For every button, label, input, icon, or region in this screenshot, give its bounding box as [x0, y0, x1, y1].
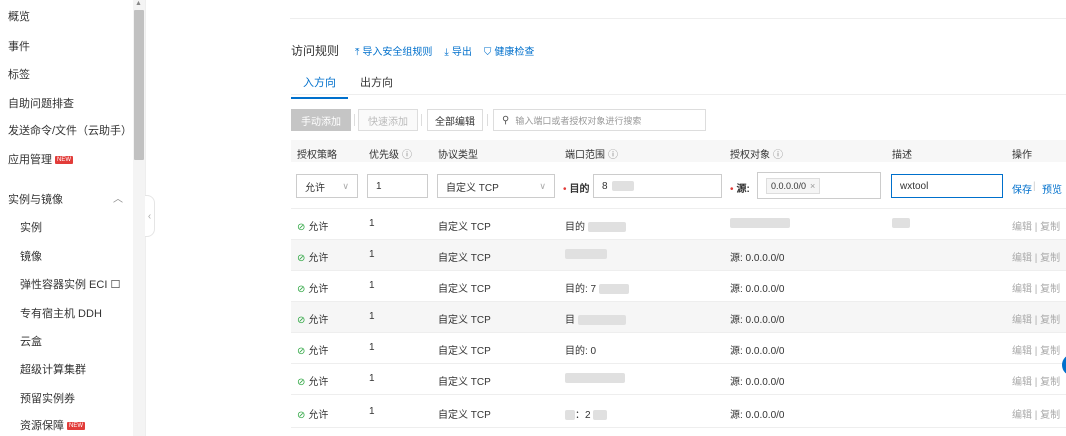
sidebar-item-eci[interactable]: 弹性容器实例 ECI ☐ [20, 276, 120, 292]
sidebar-item-scc[interactable]: 超级计算集群 [20, 361, 86, 377]
chevron-up-icon[interactable]: ︿ [113, 190, 123, 205]
table-row: ⊘ 允许 1 自定义 TCP 目的: 0 源: 0.0.0.0/0 编辑 | 复制 [291, 333, 1066, 364]
copy-link[interactable]: 复制 [1040, 315, 1060, 326]
save-link[interactable]: 保存 [1012, 181, 1032, 196]
port-input[interactable]: 8 [593, 174, 722, 198]
source-label: • 源: [730, 184, 750, 195]
sidebar-item-cloud-box[interactable]: 云盒 [20, 333, 42, 349]
column-header-description: 描述 [892, 150, 912, 161]
protocol-select[interactable]: 自定义 TCP ∨ [437, 174, 555, 198]
sidebar-group-instances-images[interactable]: 实例与镜像 [8, 191, 63, 207]
source-input[interactable]: 0.0.0.0/0 × [757, 172, 881, 199]
scroll-up-icon[interactable]: ▲ [135, 0, 142, 7]
copy-link[interactable]: 复制 [1040, 377, 1060, 388]
sidebar-item-resource-assurance[interactable]: 资源保障 NEW [20, 417, 85, 433]
export-link[interactable]: ⤓ 导出 [444, 43, 471, 58]
help-icon[interactable]: ⓘ [773, 150, 783, 161]
sidebar-item-images[interactable]: 镜像 [20, 248, 42, 264]
column-header-policy: 授权策略 [297, 150, 337, 161]
search-input[interactable]: ⚲ 输入端口或者授权对象进行搜索 [493, 109, 706, 131]
preview-link[interactable]: 预览 [1042, 181, 1062, 196]
table-row: ⊘ 允许 1 自定义 TCP 目的 编辑 | 复制 [291, 209, 1066, 240]
chevron-left-icon: ‹ [147, 210, 152, 222]
sidebar-item-troubleshoot[interactable]: 自助问题排查 [8, 95, 74, 111]
copy-link[interactable]: 复制 [1040, 346, 1060, 357]
sidebar: 概览 事件 标签 自助问题排查 发送命令/文件（云助手） 应用管理 NEW 实例与… [0, 0, 146, 436]
policy-select[interactable]: 允许 ∨ [296, 174, 358, 198]
column-header-priority: 优先级 ⓘ [369, 150, 412, 161]
priority-input[interactable]: 1 [367, 174, 428, 198]
table-row: ⊘ 允许 1 自定义 TCP ：2 源: 0.0.0.0/0 编辑 | 复制 [291, 397, 1066, 428]
column-header-protocol: 协议类型 [438, 150, 478, 161]
edit-link[interactable]: 编辑 [1012, 377, 1032, 388]
port-label: • 目的 [563, 184, 590, 195]
table-row: ⊘ 允许 1 自定义 TCP 目的: 7 源: 0.0.0.0/0 编辑 | 复制 [291, 271, 1066, 302]
sidebar-item-ddh[interactable]: 专有宿主机 DDH [20, 305, 102, 321]
direction-tabs: 入方向 出方向 [291, 74, 405, 99]
sidebar-item-app-management[interactable]: 应用管理 NEW [8, 151, 73, 167]
upload-icon: ⤒ [355, 47, 360, 58]
table-row: ⊘ 允许 1 自定义 TCP 目 源: 0.0.0.0/0 编辑 | 复制 [291, 302, 1066, 333]
column-header-port: 端口范围 ⓘ [565, 150, 618, 161]
separator [354, 114, 355, 126]
section-links: ⤒ 导入安全组规则 ⤓ 导出 ⛉ 健康检查 [355, 43, 534, 58]
sidebar-item-reserved[interactable]: 预留实例券 [20, 390, 75, 406]
health-check-link[interactable]: ⛉ 健康检查 [484, 43, 535, 58]
tab-outbound[interactable]: 出方向 [348, 74, 405, 99]
copy-link[interactable]: 复制 [1040, 284, 1060, 295]
sidebar-collapse-handle[interactable]: ‹ [145, 195, 155, 237]
check-circle-icon: ⊘ [297, 253, 306, 264]
search-icon: ⚲ [502, 114, 510, 126]
copy-link[interactable]: 复制 [1040, 410, 1060, 421]
sidebar-scrollbar-thumb[interactable] [134, 10, 144, 160]
separator [487, 114, 488, 126]
check-circle-icon: ⊘ [297, 222, 306, 233]
tab-inbound[interactable]: 入方向 [291, 74, 348, 99]
quick-add-button[interactable]: 快速添加 [358, 109, 418, 131]
sidebar-item-events[interactable]: 事件 [8, 38, 30, 54]
table-row: ⊘ 允许 1 自定义 TCP 源: 0.0.0.0/0 编辑 | 复制 [291, 240, 1066, 271]
divider [290, 18, 1066, 19]
divider [291, 94, 1066, 95]
separator [421, 114, 422, 126]
download-icon: ⤓ [444, 47, 449, 58]
new-badge: NEW [55, 156, 73, 165]
edit-link[interactable]: 编辑 [1012, 410, 1032, 421]
edit-link[interactable]: 编辑 [1012, 284, 1032, 295]
edit-link[interactable]: 编辑 [1012, 222, 1032, 233]
import-rules-link[interactable]: ⤒ 导入安全组规则 [355, 43, 432, 58]
copy-link[interactable]: 复制 [1040, 253, 1060, 264]
sidebar-item-overview[interactable]: 概览 [8, 8, 30, 24]
edit-all-button[interactable]: 全部编辑 [427, 109, 483, 131]
new-badge: NEW [67, 422, 85, 431]
description-input[interactable]: wxtool [891, 174, 1003, 198]
chevron-down-icon: ∨ [342, 180, 349, 191]
edit-link[interactable]: 编辑 [1012, 253, 1032, 264]
column-header-actions: 操作 [1012, 150, 1032, 161]
sidebar-item-tags[interactable]: 标签 [8, 66, 30, 82]
table-row: ⊘ 允许 1 自定义 TCP 源: 0.0.0.0/0 编辑 | 复制 [291, 364, 1066, 395]
edit-link[interactable]: 编辑 [1012, 346, 1032, 357]
close-icon[interactable]: × [810, 181, 815, 191]
sidebar-item-instances[interactable]: 实例 [20, 219, 42, 235]
check-circle-icon: ⊘ [297, 315, 306, 326]
separator: | [1033, 181, 1036, 192]
check-circle-icon: ⊘ [297, 346, 306, 357]
check-circle-icon: ⊘ [297, 284, 306, 295]
sidebar-item-cloud-assistant[interactable]: 发送命令/文件（云助手） [8, 122, 132, 138]
help-icon[interactable]: ⓘ [402, 150, 412, 161]
section-title: 访问规则 [291, 44, 340, 58]
manual-add-button[interactable]: 手动添加 [291, 109, 351, 131]
check-circle-icon: ⊘ [297, 377, 306, 388]
source-tag: 0.0.0.0/0 × [766, 177, 821, 194]
copy-link[interactable]: 复制 [1040, 222, 1060, 233]
edit-link[interactable]: 编辑 [1012, 315, 1032, 326]
chevron-down-icon: ∨ [539, 180, 546, 191]
shield-icon: ⛉ [483, 47, 492, 58]
check-circle-icon: ⊘ [297, 410, 306, 421]
column-header-source: 授权对象 ⓘ [730, 150, 783, 161]
help-icon[interactable]: ⓘ [608, 150, 618, 161]
